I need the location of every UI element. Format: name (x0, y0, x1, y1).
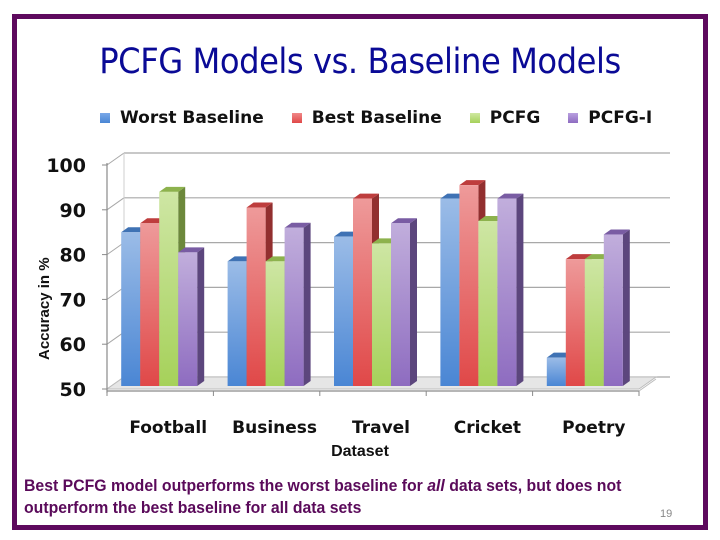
bar-front (546, 357, 566, 386)
bar-front (140, 223, 160, 386)
page-number: 19 (660, 508, 673, 520)
bar-front (265, 261, 285, 386)
bars-layer (121, 180, 630, 386)
bar-front (584, 259, 604, 386)
bar-side (516, 193, 524, 386)
bar-front (478, 221, 498, 386)
bar (284, 222, 311, 386)
bar-front (372, 243, 391, 386)
y-tick-label: 70 (60, 289, 86, 311)
gridline-depth (106, 197, 125, 211)
y-tick-label: 100 (46, 155, 86, 177)
bar-front (440, 198, 460, 386)
bar-front (565, 259, 585, 386)
bar (497, 193, 524, 386)
bar-side (303, 222, 311, 386)
bar-front (178, 252, 198, 386)
bar-front (334, 236, 353, 386)
bar (391, 218, 417, 386)
x-tick-label: Cricket (454, 418, 521, 438)
footer-text-part1: Best PCFG model outperforms the worst ba… (24, 476, 428, 495)
x-tick-label: Travel (352, 418, 410, 438)
bar (603, 229, 630, 386)
y-tick-label: 90 (60, 200, 86, 222)
x-axis-title: Dataset (331, 443, 389, 460)
bar-front (391, 223, 410, 386)
bar-front (121, 232, 141, 386)
bar (178, 247, 205, 386)
x-tick-label: Poetry (562, 418, 625, 438)
slide-footer-text: Best PCFG model outperforms the worst ba… (24, 475, 638, 519)
bar-front (159, 191, 179, 386)
footer-text-emphasis: all (427, 476, 445, 495)
y-tick-label: 50 (60, 379, 86, 401)
bar-front (246, 207, 266, 386)
gridline-depth (106, 152, 125, 166)
bar-front (603, 234, 623, 386)
y-tick-label: 80 (60, 245, 86, 267)
bar-front (353, 198, 372, 386)
x-tick-label: Business (232, 418, 317, 438)
bar-side (622, 229, 630, 386)
bar-side (197, 247, 205, 386)
bar-front (497, 198, 517, 386)
bar-front (459, 185, 479, 386)
bar-side (410, 218, 417, 386)
y-tick-label: 60 (60, 334, 86, 356)
bar-front (284, 227, 304, 386)
x-tick-label: Football (129, 418, 207, 438)
bar-front (227, 261, 247, 386)
